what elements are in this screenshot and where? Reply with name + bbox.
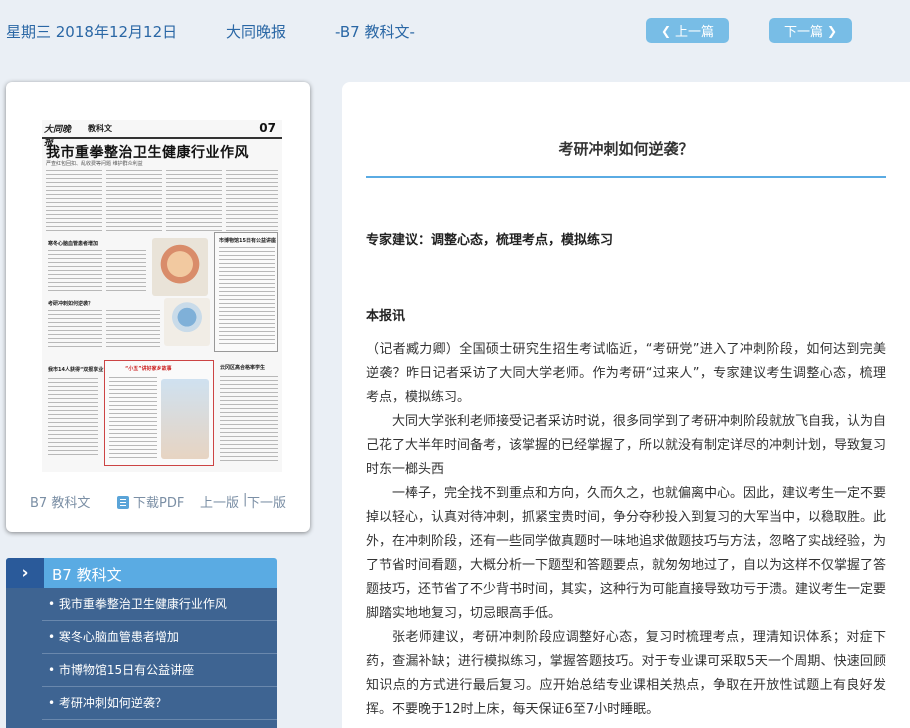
thumbnail-illustration [161, 379, 209, 459]
article-list-panel: › B7 教科文 • 我市重拳整治卫生健康行业作风 • 寒冬心脑血管患者增加 •… [6, 558, 277, 728]
page-preview-card: 大同晚报 教科文 07 我市重拳整治卫生健康行业作风 严查红包回扣、乱收费等问题… [6, 82, 310, 532]
next-article-label: 下一篇 [783, 25, 823, 40]
thumbnail-illustration [164, 298, 210, 346]
chevron-left-icon: ❮ [660, 23, 672, 38]
thumbnail-feature-box: “小五”讲好家乡故事 [104, 360, 214, 466]
text-column [106, 310, 160, 350]
article-title: 考研冲刺如何逆袭？ [558, 140, 694, 158]
article-panel: 考研冲刺如何逆袭？ 专家建议：调整心态，梳理考点，模拟练习 本报讯 （记者臧力卿… [342, 82, 910, 728]
thumbnail-item-heading: 考研冲刺如何逆袭？ [48, 301, 94, 307]
chevron-right-icon: ❯ [826, 23, 838, 38]
article-list: • 我市重拳整治卫生健康行业作风 • 寒冬心脑血管患者增加 • 市博物馆15日有… [6, 588, 277, 728]
text-column [48, 250, 102, 292]
chevron-right-icon: › [6, 558, 44, 588]
article-paragraph: （记者臧力卿）全国硕士研究生招生考试临近，“考研党”进入了冲刺阶段，如何达到完美… [366, 342, 886, 405]
pdf-icon [117, 496, 129, 509]
list-item[interactable]: • 考研冲刺如何逆袭？ [42, 687, 277, 720]
thumbnail-item-heading: “小五”讲好家乡故事 [125, 366, 172, 372]
text-column [48, 378, 98, 458]
thumbnail-item-heading: 寒冬心脑血管患者增加 [48, 241, 99, 247]
paper-name: 大同晚报 [226, 23, 287, 41]
download-pdf-label: 下载PDF [133, 496, 185, 511]
thumbnail-illustration [152, 238, 208, 296]
thumbnail-logo: 大同晚报 [44, 125, 72, 148]
thumbnail-headline: 我市重拳整治卫生健康行业作风 [46, 145, 249, 161]
page-thumbnail[interactable]: 大同晚报 教科文 07 我市重拳整治卫生健康行业作风 严查红包回扣、乱收费等问题… [42, 120, 282, 472]
top-bar: 星期三 2018年12月12日 大同晚报 -B7 教科文- ❮ 上一篇 下一篇 … [0, 0, 910, 62]
prev-article-button[interactable]: ❮ 上一篇 [646, 18, 729, 43]
text-column [106, 250, 146, 292]
title-divider [366, 176, 886, 178]
article-paragraph: 一棒子，完全找不到重点和方向，久而久之，也就偏离中心。因此，建议考生一定不要掉以… [366, 486, 887, 621]
list-item[interactable]: • 市博物馆15日有公益讲座 [42, 654, 277, 687]
article-list-header: › B7 教科文 [6, 558, 277, 588]
section-name: -B7 教科文- [335, 23, 415, 41]
thumbnail-rule [42, 137, 282, 139]
thumbnail-sidebox: 市博物馆15日有公益讲座 [214, 232, 278, 352]
text-column [219, 247, 275, 347]
text-column [109, 377, 157, 461]
prev-article-label: 上一篇 [675, 25, 715, 40]
text-column [166, 170, 222, 234]
text-column [226, 170, 278, 234]
article-list-title: B7 教科文 [52, 566, 122, 584]
prev-page-link[interactable]: 上一版 [200, 492, 239, 511]
list-item[interactable]: • 我市重拳整治卫生健康行业作风 [42, 588, 277, 621]
article-paragraph: 大同大学张利老师接受记者采访时说，很多同学到了考研冲刺阶段就放飞自我，认为自己花… [366, 414, 887, 477]
thumbnail-section: 教科文 [88, 124, 112, 133]
list-item[interactable]: • 寒冬心脑血管患者增加 [42, 621, 277, 654]
text-column [220, 376, 278, 464]
text-column [46, 170, 102, 234]
article-byline: 本报讯 [366, 309, 406, 324]
page-actions: B7 教科文 下载PDF 上一版 | 下一版 [6, 492, 310, 512]
issue-date: 星期三 2018年12月12日 [6, 23, 178, 41]
page-label: B7 教科文 [30, 496, 91, 511]
thumbnail-page-number: 07 [259, 121, 276, 135]
thumbnail-header: 大同晚报 教科文 07 [42, 120, 282, 148]
next-article-button[interactable]: 下一篇 ❯ [769, 18, 852, 43]
thumbnail-subhead: 严查红包回扣、乱收费等问题 维护群众利益 [46, 161, 143, 167]
text-column [48, 310, 102, 350]
next-page-link[interactable]: 下一版 [247, 492, 286, 511]
article-subtitle: 专家建议：调整心态，梳理考点，模拟练习 [366, 233, 614, 248]
thumbnail-item-heading: 云冈区高合格率学生 [220, 365, 266, 371]
text-column [106, 170, 162, 234]
thumbnail-item-heading: 市博物馆15日有公益讲座 [219, 238, 276, 244]
article-body: （记者臧力卿）全国硕士研究生招生考试临近，“考研党”进入了冲刺阶段，如何达到完美… [366, 338, 886, 722]
download-pdf-link[interactable]: 下载PDF [117, 492, 184, 511]
article-paragraph: 张老师建议，考研冲刺阶段应调整好心态，复习时梳理考点，理清知识体系；对症下药，查… [366, 630, 886, 717]
